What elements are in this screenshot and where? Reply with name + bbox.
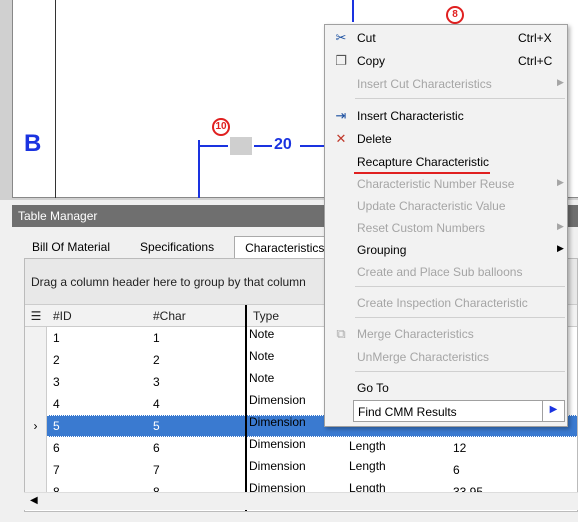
tab-strip: Bill Of Material Specifications Characte…: [12, 236, 336, 258]
balloon-10[interactable]: 10: [212, 118, 230, 136]
cell-type: Dimension: [249, 415, 306, 429]
dimension-line-tail: [300, 145, 324, 147]
submenu-arrow-icon: ▶: [557, 221, 564, 231]
cell-id: 6: [53, 441, 60, 455]
dimension-value[interactable]: 20: [274, 136, 292, 154]
submenu-arrow-icon: ▶: [557, 77, 564, 87]
menu-item-insert-cut-characteristics[interactable]: Insert Cut Characteristics ▶: [325, 73, 569, 95]
cell-char: 4: [153, 397, 160, 411]
context-menu: ✂ Cut Ctrl+X ❐ Copy Ctrl+C Insert Cut Ch…: [324, 24, 568, 427]
menu-item-create-sub-balloons[interactable]: Create and Place Sub balloons: [325, 261, 569, 283]
menu-item-grouping[interactable]: Grouping ▶: [325, 239, 569, 261]
dimension-line-right: [254, 145, 272, 147]
menu-item-update-characteristic-value[interactable]: Update Characteristic Value: [325, 195, 569, 217]
menu-item-reset-custom-numbers[interactable]: Reset Custom Numbers ▶: [325, 217, 569, 239]
cell-subtype: Length: [349, 439, 386, 453]
cell-value: 12: [453, 441, 467, 455]
menu-separator: [355, 286, 565, 287]
menu-item-create-inspection-characteristic[interactable]: Create Inspection Characteristic: [325, 292, 569, 314]
cell-id: 4: [53, 397, 60, 411]
row-selector[interactable]: [25, 437, 47, 459]
cell-char: 5: [153, 419, 160, 433]
annotation-underline: [354, 172, 490, 174]
insert-characteristic-icon: ⇥: [335, 108, 347, 123]
merge-icon: ⧉: [336, 326, 346, 341]
row-selector[interactable]: [25, 349, 47, 371]
menu-separator: [355, 371, 565, 372]
cell-type: Dimension: [249, 459, 306, 473]
tab-bill-of-material[interactable]: Bill Of Material: [22, 236, 120, 258]
extension-line: [198, 140, 200, 198]
cell-type: Dimension: [249, 437, 306, 451]
cell-subtype: Length: [349, 459, 386, 473]
column-header-id[interactable]: #ID: [47, 305, 147, 327]
cell-type: Note: [249, 327, 275, 341]
cell-id: 2: [53, 353, 60, 367]
cell-value: 6: [453, 463, 460, 477]
menu-item-insert-characteristic[interactable]: ⇥ Insert Characteristic: [325, 105, 569, 127]
cell-id: 7: [53, 463, 60, 477]
menu-item-recapture-characteristic[interactable]: Recapture Characteristic: [325, 151, 569, 173]
row-selector[interactable]: [25, 371, 47, 393]
cell-char: 7: [153, 463, 160, 477]
zone-border-line: [55, 0, 56, 198]
menu-item-merge-characteristics[interactable]: ⧉ Merge Characteristics: [325, 323, 569, 345]
column-chooser-icon[interactable]: ☰: [25, 305, 47, 327]
zone-label: B: [24, 130, 42, 157]
menu-item-unmerge-characteristics[interactable]: UnMerge Characteristics: [325, 346, 569, 368]
dimension-placeholder: [230, 137, 252, 155]
menu-separator: [355, 98, 565, 99]
row-selector[interactable]: [25, 327, 47, 349]
menu-item-cut[interactable]: ✂ Cut Ctrl+X: [325, 27, 569, 49]
tab-characteristics[interactable]: Characteristics: [234, 236, 336, 258]
cell-type: Dimension: [249, 393, 306, 407]
cell-type: Note: [249, 349, 275, 363]
horizontal-scrollbar[interactable]: ◀: [24, 492, 578, 510]
cell-id: 5: [53, 419, 60, 433]
menu-item-find-cmm-results[interactable]: Find CMM Results ▶: [353, 400, 565, 422]
current-row-indicator-icon[interactable]: ›: [25, 415, 47, 437]
row-selector[interactable]: [25, 393, 47, 415]
cell-char: 2: [153, 353, 160, 367]
dimension-line: [200, 145, 228, 147]
menu-item-characteristic-number-reuse[interactable]: Characteristic Number Reuse ▶: [325, 173, 569, 195]
cell-id: 3: [53, 375, 60, 389]
split-arrow-icon[interactable]: ▶: [542, 401, 564, 421]
cell-char: 3: [153, 375, 160, 389]
menu-item-copy[interactable]: ❐ Copy Ctrl+C: [325, 50, 569, 72]
scroll-left-icon[interactable]: ◀: [30, 495, 38, 506]
tab-specifications[interactable]: Specifications: [130, 236, 224, 258]
menu-item-delete[interactable]: ✕ Delete: [325, 128, 569, 150]
submenu-arrow-icon: ▶: [557, 177, 564, 187]
column-resize-indicator: [245, 305, 247, 511]
delete-x-icon: ✕: [335, 131, 347, 146]
menu-separator: [355, 317, 565, 318]
menu-item-go-to[interactable]: Go To: [325, 377, 569, 399]
cell-type: Note: [249, 371, 275, 385]
column-header-char[interactable]: #Char: [147, 305, 247, 327]
cell-char: 6: [153, 441, 160, 455]
row-selector[interactable]: [25, 459, 47, 481]
cell-char: 1: [153, 331, 160, 345]
scissors-icon: ✂: [335, 30, 347, 45]
leader-line: [352, 0, 354, 22]
submenu-arrow-icon: ▶: [557, 243, 564, 253]
balloon-8[interactable]: 8: [446, 6, 464, 24]
cell-id: 1: [53, 331, 60, 345]
copy-icon: ❐: [335, 53, 347, 68]
